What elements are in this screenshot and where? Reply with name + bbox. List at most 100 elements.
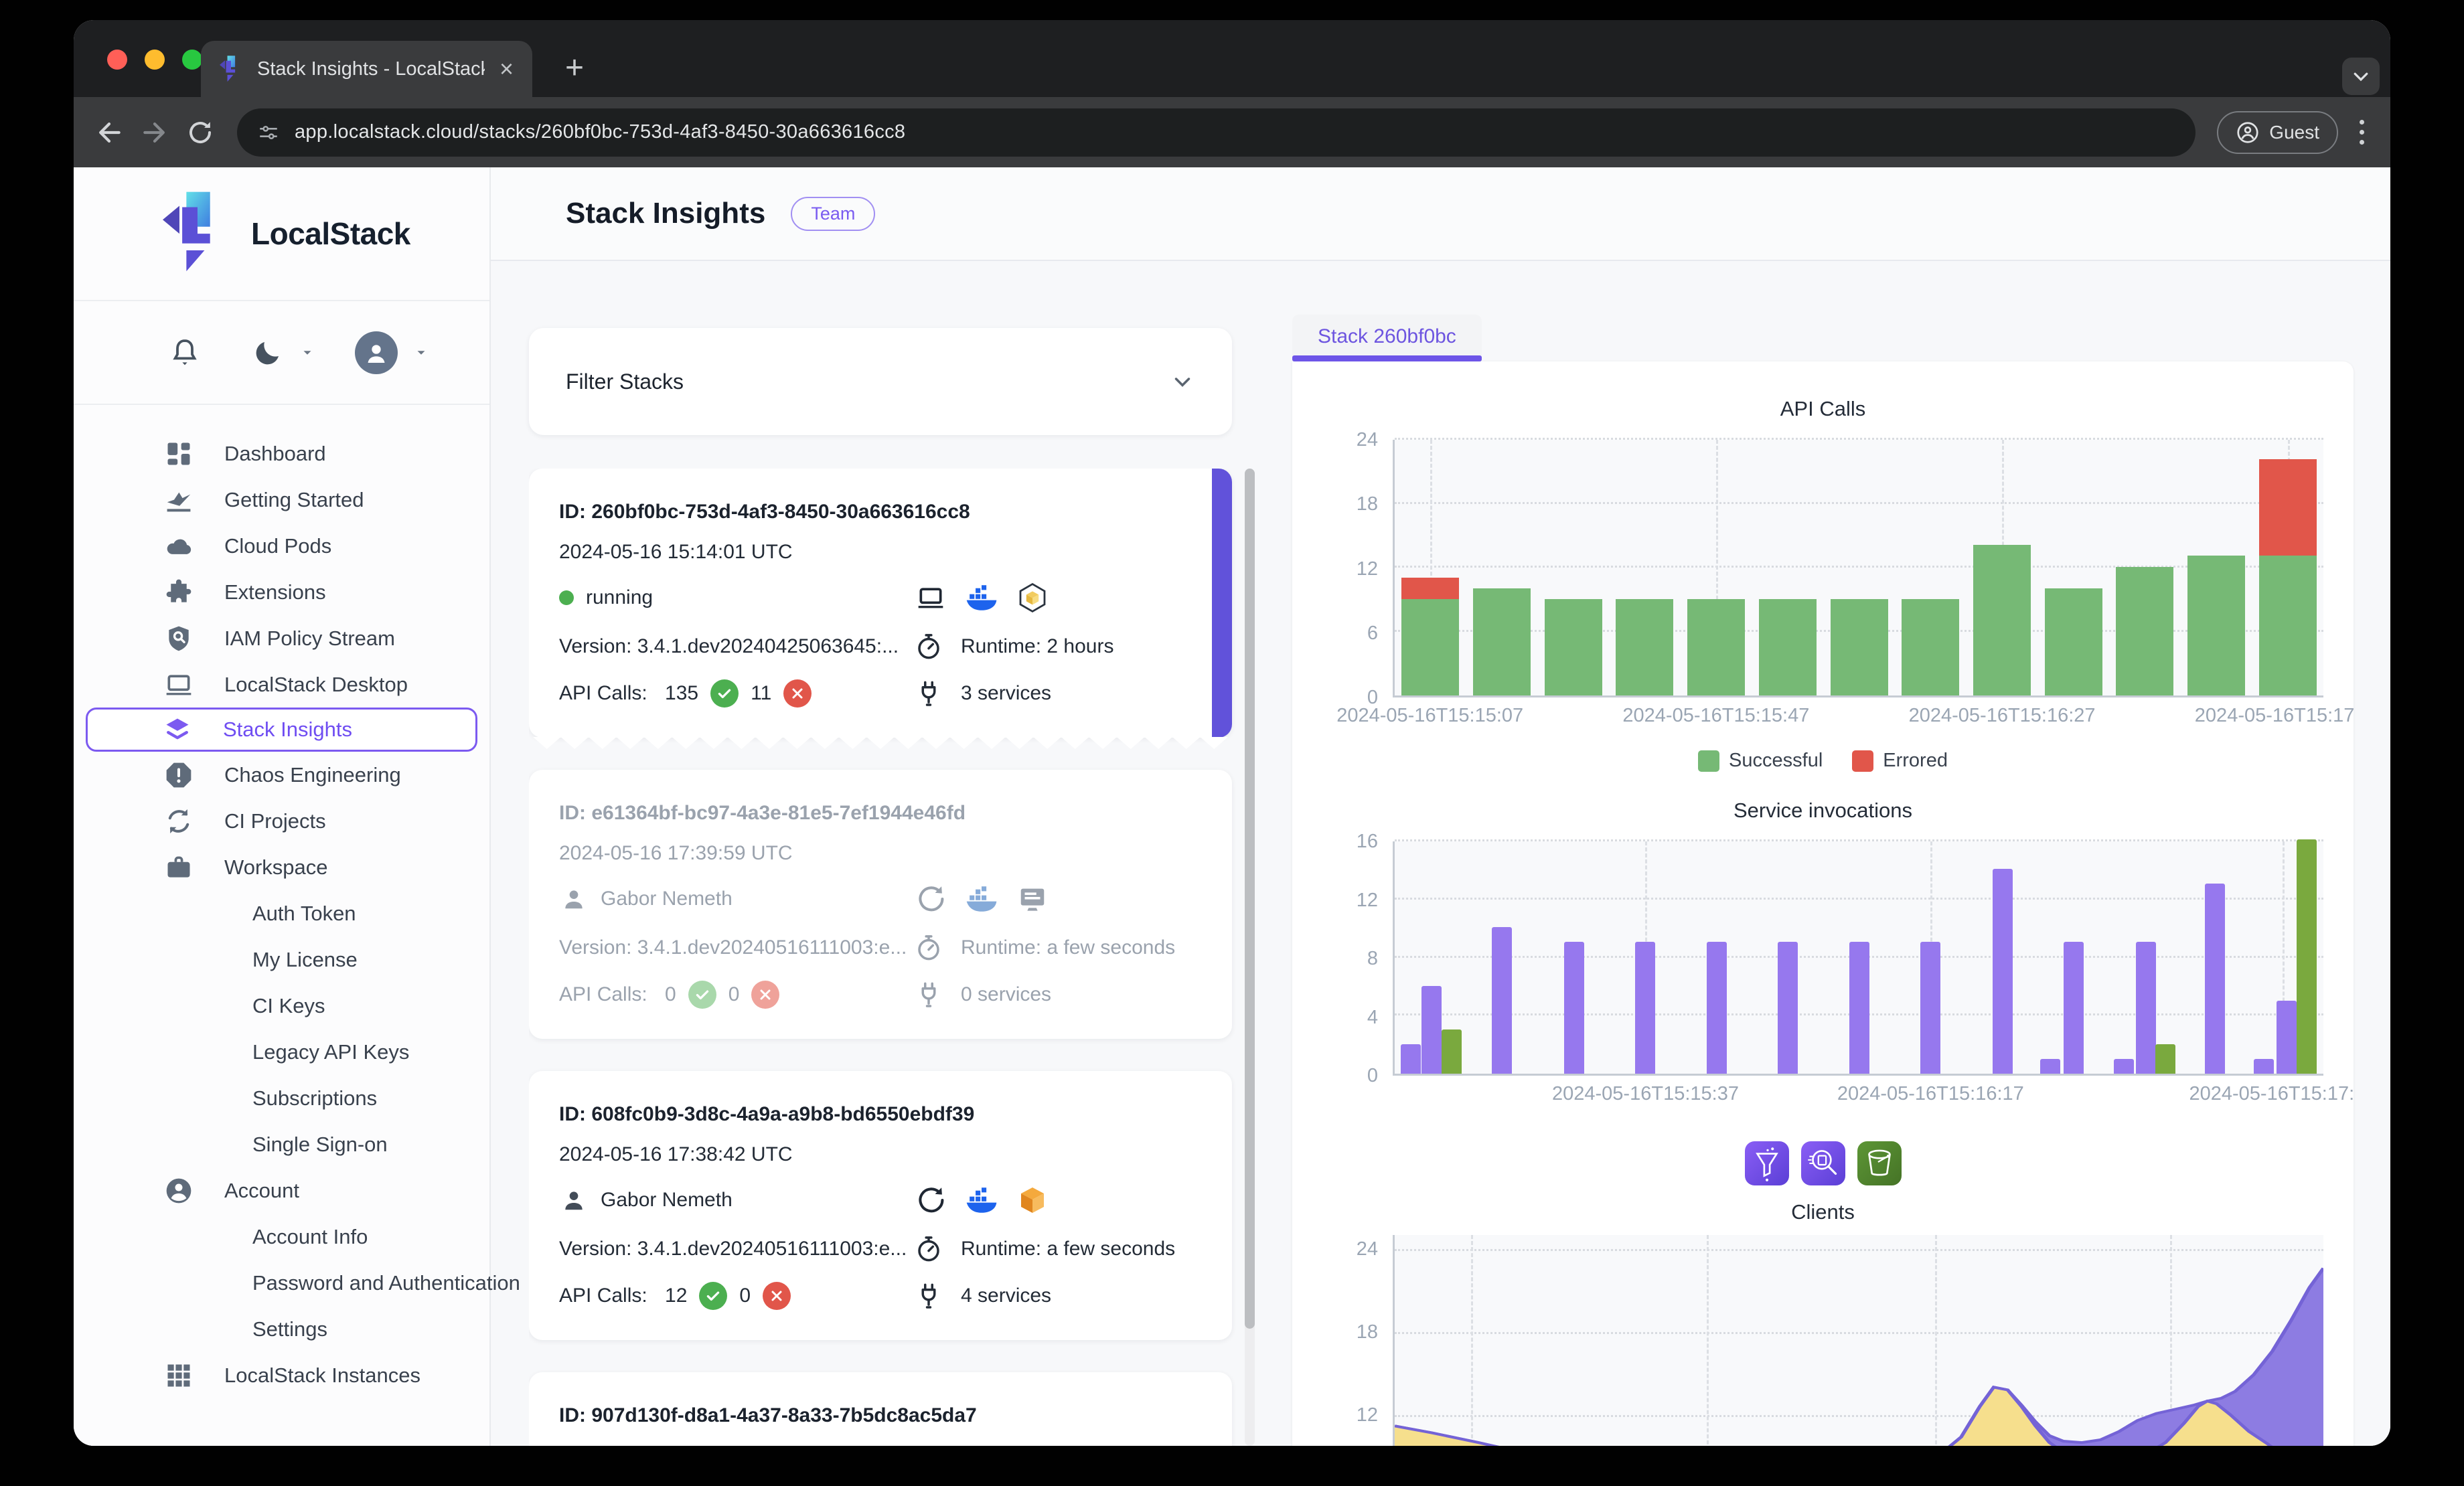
clock-icon [914,1234,943,1264]
stack-status: running [586,586,653,609]
localstack-logo-icon [163,191,232,276]
api-calls-success-count: 135 [665,682,698,705]
sidebar-item-localstack-desktop[interactable]: LocalStack Desktop [74,661,489,708]
clients-chart: Clients6121824 [1292,1181,2354,1446]
error-x-icon [763,1282,791,1310]
sidebar-item-dashboard[interactable]: Dashboard [74,430,489,477]
theme-moon-icon[interactable] [252,337,284,369]
stack-timestamp: 2024-05-16 17:37:24 UTC [559,1444,914,1446]
laptop-icon [164,670,198,699]
stack-card[interactable]: ID: e61364bf-bc97-4a3e-81e5-7ef1944e46fd… [529,770,1232,1039]
localstack-favicon-icon [220,56,242,82]
sidebar-item-ci-projects[interactable]: CI Projects [74,798,489,844]
avatar[interactable] [355,331,398,374]
url-bar[interactable]: app.localstack.cloud/stacks/260bf0bc-753… [237,108,2196,157]
sidebar-item-settings[interactable]: Settings [74,1306,489,1352]
api-calls-error-count: 0 [739,1285,751,1307]
refresh-icon [914,1183,947,1217]
tab-search-chevron-button[interactable] [2342,58,2380,95]
sidebar-item-chaos-engineering[interactable]: Chaos Engineering [74,752,489,798]
guest-label: Guest [2269,122,2319,143]
sidebar-toolbar [74,301,489,405]
stack-id: ID: 608fc0b9-3d8c-4a9a-a9b8-bd6550ebdf39 [559,1103,974,1126]
plug-icon [914,980,943,1009]
stack-runtime: Runtime: a few seconds [961,1238,1175,1260]
browser-menu-icon[interactable] [2353,120,2370,145]
sidebar-item-ci-keys[interactable]: CI Keys [74,983,489,1029]
success-check-icon [710,679,739,708]
stack-card[interactable]: ID: 907d130f-d8a1-4a37-8a33-7b5dc8ac5da7… [529,1372,1232,1446]
stack-runtime: Runtime: a few seconds [961,936,1175,959]
tab-title: Stack Insights - LocalStack [257,58,485,80]
filter-stacks-dropdown[interactable]: Filter Stacks [529,328,1232,435]
scrollbar-thumb[interactable] [1245,469,1255,1329]
sidebar-item-auth-token[interactable]: Auth Token [74,890,489,936]
stack-timestamp: 2024-05-16 17:39:59 UTC [559,842,914,865]
notifications-bell-icon[interactable] [169,337,201,369]
layers-icon [163,715,196,744]
localstack-logo[interactable]: LocalStack [74,167,489,301]
forward-icon[interactable] [139,117,170,148]
new-tab-button[interactable]: + [554,48,595,88]
stack-charts-panel: API Calls2024-05-16T15:15:072024-05-16T1… [1292,361,2354,1446]
sidebar-item-my-license[interactable]: My License [74,936,489,983]
minimize-window-button[interactable] [145,50,165,70]
running-status-dot [559,590,574,605]
charts-column: Stack 260bf0bc API Calls2024-05-16T15:15… [1292,315,2390,1446]
sidebar-item-account-info[interactable]: Account Info [74,1214,489,1260]
stack-runtime-icons [914,1183,1202,1217]
sidebar-item-single-sign-on[interactable]: Single Sign-on [74,1121,489,1167]
stack-timestamp: 2024-05-16 15:14:01 UTC [559,541,914,564]
page-title: Stack Insights [566,197,765,230]
avatar-caret-icon[interactable] [414,345,429,360]
filter-stacks-label: Filter Stacks [566,369,684,394]
sidebar-item-password-and-authentication[interactable]: Password and Authentication [74,1260,489,1306]
main-area: Stack Insights Team Filter Stacks ID: 26… [491,167,2390,1446]
chart-title: Service invocations [1292,780,2354,823]
stack-version: Version: 3.4.1.dev20240516111003:e... [559,1238,914,1260]
maximize-window-button[interactable] [182,50,202,70]
docker-icon [965,581,998,614]
chart-title: Clients [1292,1181,2354,1224]
sidebar-item-workspace[interactable]: Workspace [74,844,489,890]
sidebar-item-stack-insights[interactable]: Stack Insights [86,708,477,752]
stack-services: 0 services [961,983,1051,1006]
browser-toolbar: app.localstack.cloud/stacks/260bf0bc-753… [74,97,2390,167]
api-calls-success-count: 12 [665,1285,687,1307]
api-calls-label: API Calls: [559,983,653,1006]
laptop-icon [914,581,947,614]
browser-window: Stack Insights - LocalStack × + [74,20,2390,1446]
close-tab-icon[interactable]: × [499,57,514,81]
stack-services: 3 services [961,682,1051,705]
guest-profile-button[interactable]: Guest [2217,111,2338,154]
chart-title: API Calls [1292,378,2354,421]
api-calls-error-count: 0 [728,983,740,1006]
stack-card[interactable]: ID: 260bf0bc-753d-4af3-8450-30a663616cc8… [529,469,1232,738]
window-controls[interactable] [107,50,202,70]
stack-runtime-icons [914,581,1202,614]
back-icon[interactable] [94,117,125,148]
sidebar-item-legacy-api-keys[interactable]: Legacy API Keys [74,1029,489,1075]
stack-card[interactable]: ID: 608fc0b9-3d8c-4a9a-a9b8-bd6550ebdf39… [529,1071,1232,1340]
sidebar-item-subscriptions[interactable]: Subscriptions [74,1075,489,1121]
docker-icon [965,1183,998,1217]
stack-runtime: Runtime: 2 hours [961,635,1113,658]
api-calls-error-count: 11 [751,682,771,705]
aws-cube-icon [1016,1183,1049,1217]
sidebar-item-extensions[interactable]: Extensions [74,569,489,615]
tab-stack-260bf0bc[interactable]: Stack 260bf0bc [1292,315,1482,361]
browser-tab[interactable]: Stack Insights - LocalStack × [201,41,532,97]
sidebar-item-iam-policy-stream[interactable]: IAM Policy Stream [74,615,489,661]
success-check-icon [699,1282,727,1310]
site-settings-icon[interactable] [257,121,280,144]
sidebar-item-localstack-instances[interactable]: LocalStack Instances [74,1352,489,1398]
cloud-icon [164,531,198,561]
stack-id: ID: 907d130f-d8a1-4a37-8a33-7b5dc8ac5da7 [559,1404,977,1427]
sidebar-item-getting-started[interactable]: Getting Started [74,477,489,523]
desktop-background: Stack Insights - LocalStack × + [0,0,2464,1486]
sidebar-item-cloud-pods[interactable]: Cloud Pods [74,523,489,569]
theme-caret-icon[interactable] [300,345,315,360]
reload-icon[interactable] [185,117,216,148]
sidebar-item-account[interactable]: Account [74,1167,489,1214]
close-window-button[interactable] [107,50,127,70]
